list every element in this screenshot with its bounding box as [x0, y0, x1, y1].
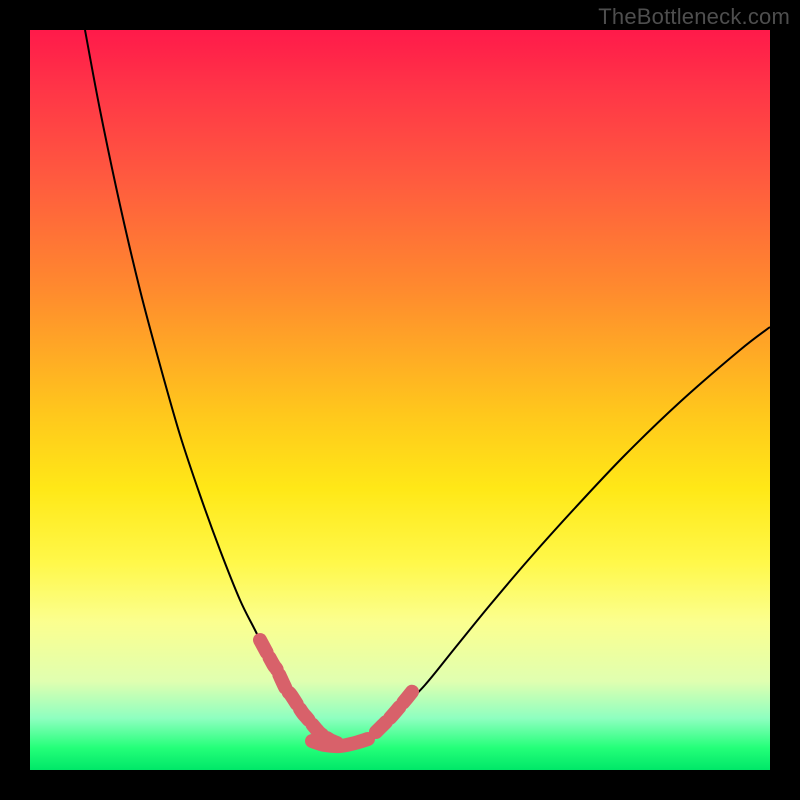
- curve-right-segment: [340, 327, 770, 744]
- highlight-left: [260, 640, 337, 743]
- watermark-text: TheBottleneck.com: [598, 4, 790, 30]
- highlight-right: [376, 688, 415, 732]
- curve-left-segment: [85, 30, 340, 744]
- highlight-bottom: [312, 739, 368, 746]
- bottleneck-curve-plot: [30, 30, 770, 770]
- chart-frame: [30, 30, 770, 770]
